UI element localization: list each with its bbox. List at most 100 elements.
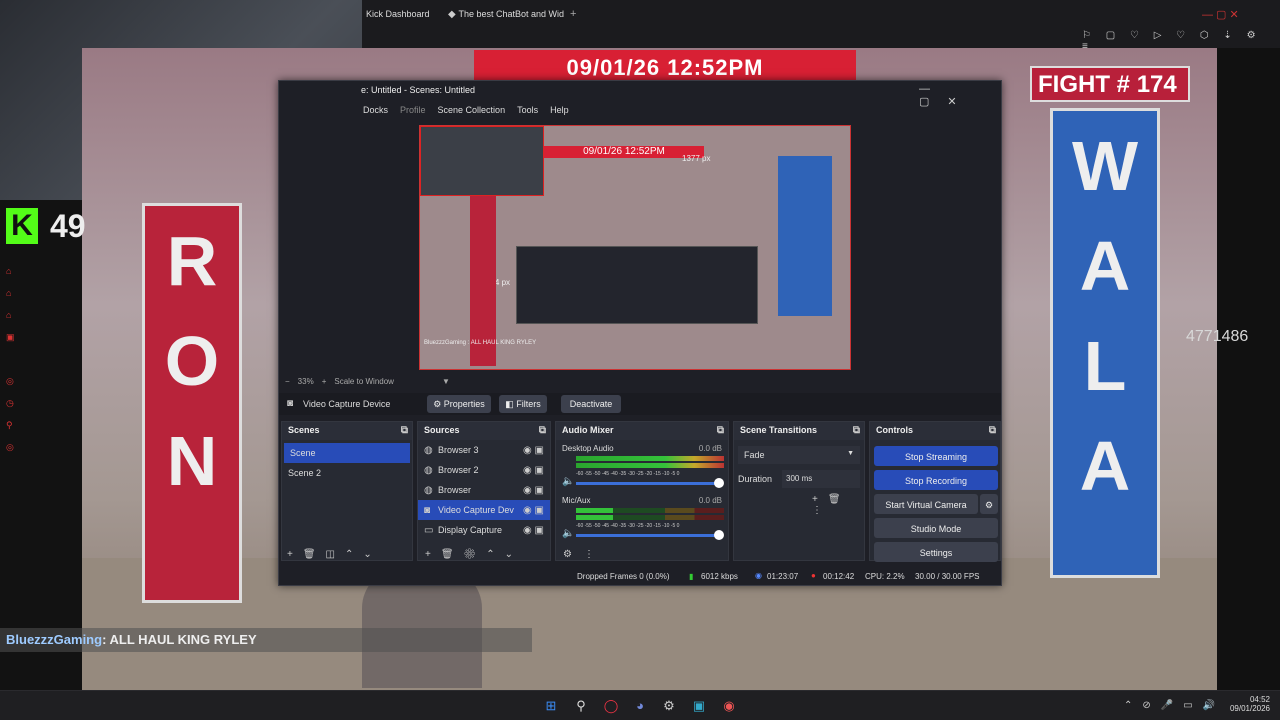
source-label: Browser 2	[438, 465, 479, 475]
mixer-actions[interactable]: ⚙⋮	[563, 549, 606, 560]
deactivate-button[interactable]: Deactivate	[561, 395, 621, 413]
obs-icon[interactable]: ◉	[720, 697, 738, 715]
duration-input[interactable]: 300 ms	[782, 470, 860, 488]
clock-time: 04:52	[1249, 695, 1270, 704]
start-virtual-camera-button[interactable]: Start Virtual Camera	[874, 494, 978, 514]
obs-menu: Docks Profile Scene Collection Tools Hel…	[363, 105, 569, 115]
obs-preview[interactable]: 09/01/26 12:52PM 1377 px 774 px BluezzzG…	[419, 125, 851, 370]
menu-scene-collection[interactable]: Scene Collection	[438, 105, 506, 115]
scenes-panel: Scenes ⧉ Scene Scene 2	[281, 421, 413, 561]
preview-nested-obs	[516, 246, 758, 324]
volume-meter	[576, 463, 724, 468]
volume-meter	[576, 515, 724, 520]
preview-width-label: 1377 px	[682, 154, 711, 163]
source-item[interactable]: ◙ Video Capture Dev ◉ ▣	[418, 500, 550, 520]
channel-name: Mic/Aux	[562, 496, 591, 505]
dock-icon[interactable]: ⧉	[853, 425, 860, 436]
steam-icon[interactable]: ⚙	[660, 697, 678, 715]
filters-button[interactable]: ◧ Filters	[499, 395, 547, 413]
dock-icon[interactable]: ⧉	[989, 425, 996, 436]
preview-webcam	[420, 126, 544, 196]
sources-header: Sources ⧉	[418, 422, 550, 440]
transition-type: Fade	[744, 450, 765, 460]
eye-lock-icon[interactable]: ◉ ▣	[523, 485, 544, 496]
dock-icon[interactable]: ⧉	[401, 425, 408, 436]
monitor-icon: ▭	[424, 525, 434, 536]
cpu-usage: CPU: 2.2%	[865, 572, 905, 581]
volume-slider[interactable]	[576, 534, 718, 537]
window-controls[interactable]: — ▢ ✕	[1202, 8, 1239, 21]
taskbar-clock[interactable]: 04:52 09/01/2026	[1226, 695, 1270, 713]
mixer-title: Audio Mixer	[562, 425, 614, 435]
transition-select[interactable]: Fade ▼	[738, 446, 860, 464]
chat-text: : ALL HAUL KING RYLEY	[102, 632, 257, 647]
banner-letter: O	[164, 322, 220, 400]
eye-lock-icon[interactable]: ◉ ▣	[523, 445, 544, 456]
channel-name: Desktop Audio	[562, 444, 614, 453]
app-icon[interactable]: ▣	[690, 697, 708, 715]
properties-button[interactable]: ⚙ Properties	[427, 395, 491, 413]
scene-item[interactable]: Scene	[284, 443, 410, 463]
scenes-header: Scenes ⧉	[282, 422, 412, 440]
stop-streaming-button[interactable]: Stop Streaming	[874, 446, 998, 466]
filters-label: Filters	[516, 399, 541, 409]
preview-chat: BluezzzGaming : ALL HAUL KING RYLEY	[424, 340, 537, 346]
source-item[interactable]: ◍ Browser ◉ ▣	[418, 480, 550, 500]
controls-title: Controls	[876, 425, 913, 435]
menu-tools[interactable]: Tools	[517, 105, 538, 115]
speaker-icon[interactable]: 🔈	[562, 528, 574, 539]
stop-recording-button[interactable]: Stop Recording	[874, 470, 998, 490]
channel-db: 0.0 dB	[698, 496, 722, 505]
zoom-in-icon[interactable]: +	[322, 377, 327, 386]
sidebar-icons[interactable]: ⌂ ⌂ ⌂ ▣ ◎ ◷ ⚲ ◎	[6, 260, 18, 480]
eye-lock-icon[interactable]: ◉ ▣	[523, 465, 544, 476]
menu-docks[interactable]: Docks	[363, 105, 388, 115]
system-tray-icons[interactable]: ⌃⊘🎤▭🔊	[1124, 700, 1225, 711]
new-tab-button[interactable]: +	[570, 8, 576, 20]
scale-mode[interactable]: Scale to Window	[334, 377, 394, 386]
banner-letter: W	[1071, 127, 1139, 205]
volume-slider[interactable]	[576, 482, 718, 485]
menu-help[interactable]: Help	[550, 105, 569, 115]
transition-actions[interactable]: +🗑⋮	[812, 494, 864, 516]
menu-profile[interactable]: Profile	[400, 105, 426, 115]
banner-letter: R	[166, 222, 218, 300]
stream-icon: ◉	[755, 571, 762, 580]
banner-left: R O N	[142, 203, 242, 603]
eye-lock-icon[interactable]: ◉ ▣	[523, 505, 544, 516]
settings-button[interactable]: Settings	[874, 542, 998, 562]
tab-kick[interactable]: Kick Dashboard	[362, 6, 444, 24]
slider-handle[interactable]	[714, 530, 724, 540]
source-item[interactable]: ▭ Display Capture ◉ ▣	[418, 520, 550, 540]
fight-label: FIGHT #	[1038, 71, 1131, 98]
dock-icon[interactable]: ⧉	[539, 425, 546, 436]
scale-dropdown-icon[interactable]: ▼	[442, 377, 450, 386]
tab-label: The best ChatBot and Wid	[458, 9, 564, 19]
virtual-camera-settings-icon[interactable]: ⚙	[980, 494, 998, 514]
source-item[interactable]: ◍ Browser 2 ◉ ▣	[418, 460, 550, 480]
opera-icon[interactable]: ◯	[602, 697, 620, 715]
taskbar: ⊞ ⚲ ◯ ◕ ⚙ ▣ ◉ ⌃⊘🎤▭🔊 04:52 09/01/2026	[0, 690, 1280, 720]
meter-scale: -60 -55 -50 -45 -40 -35 -30 -25 -20 -15 …	[576, 523, 680, 529]
windows-start-icon[interactable]: ⊞	[542, 697, 560, 715]
studio-mode-button[interactable]: Studio Mode	[874, 518, 998, 538]
zoom-out-icon[interactable]: −	[285, 377, 290, 386]
source-item[interactable]: ◍ Browser 3 ◉ ▣	[418, 440, 550, 460]
scene-actions[interactable]: +🗑◫⌃⌄	[287, 549, 382, 560]
globe-icon: ◍	[424, 485, 433, 496]
obs-window-controls[interactable]: —▢✕	[919, 83, 1001, 108]
preview-zoom-bar: − 33% + Scale to Window ▼	[285, 377, 450, 386]
tab-chatbot[interactable]: ◆ The best ChatBot and Wid	[444, 6, 564, 24]
dock-icon[interactable]: ⧉	[717, 425, 724, 436]
speaker-icon[interactable]: 🔈	[562, 476, 574, 487]
camera-icon: ◙	[287, 398, 294, 409]
banner-letter: L	[1083, 327, 1127, 405]
scene-item[interactable]: Scene 2	[282, 463, 412, 483]
eye-lock-icon[interactable]: ◉ ▣	[523, 525, 544, 536]
controls-panel: Controls ⧉ Stop Streaming Stop Recording …	[869, 421, 1001, 562]
discord-icon[interactable]: ◕	[631, 697, 649, 715]
source-actions[interactable]: +🗑⚙⌃⌄	[425, 549, 523, 560]
sources-panel: Sources ⧉ ◍ Browser 3 ◉ ▣ ◍ Browser 2 ◉ ▣ ◍ Br…	[417, 421, 551, 561]
slider-handle[interactable]	[714, 478, 724, 488]
search-icon[interactable]: ⚲	[572, 697, 590, 715]
